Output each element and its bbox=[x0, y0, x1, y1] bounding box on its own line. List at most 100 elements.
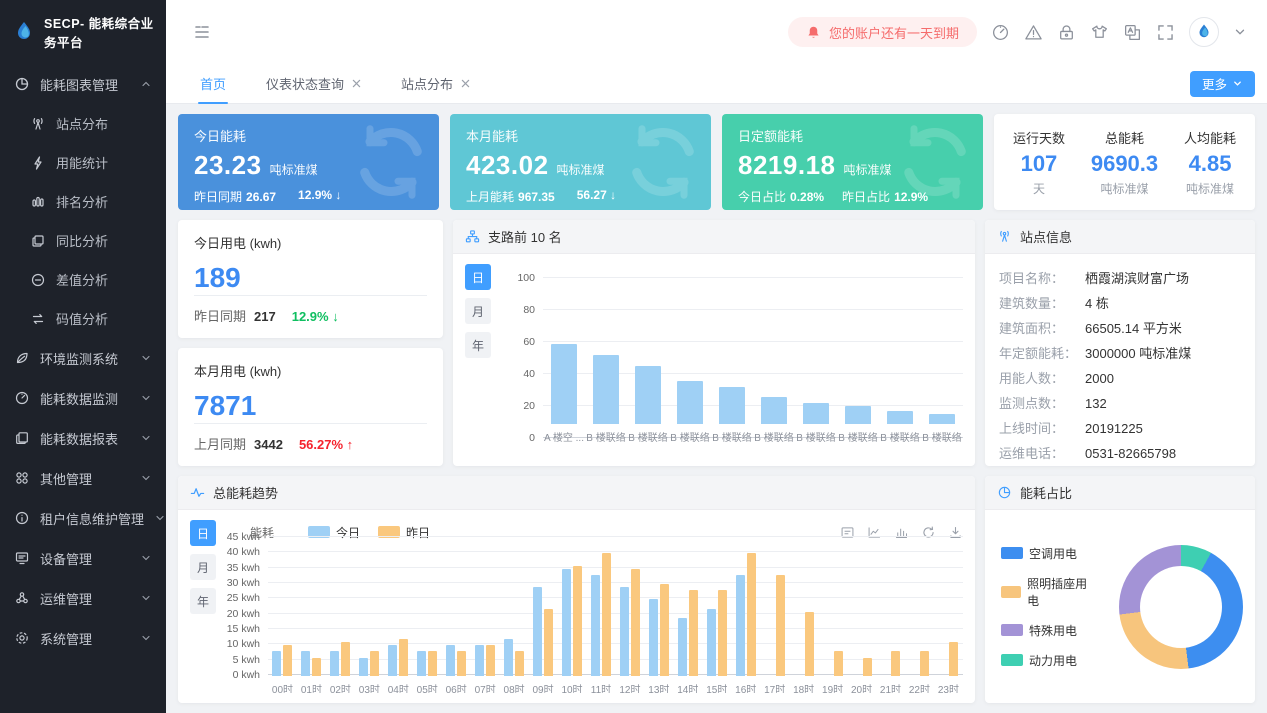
bar[interactable] bbox=[718, 590, 727, 676]
bar[interactable] bbox=[504, 639, 513, 676]
sidebar-item-energy-charts[interactable]: 能耗图表管理 bbox=[0, 64, 166, 104]
bar[interactable] bbox=[272, 651, 281, 676]
period-month-button[interactable]: 月 bbox=[190, 554, 216, 580]
bar[interactable] bbox=[283, 645, 292, 676]
warning-icon[interactable] bbox=[1024, 23, 1043, 42]
bar[interactable] bbox=[776, 575, 785, 676]
sidebar-item-energy-usage-stats[interactable]: 用能统计 bbox=[0, 143, 166, 182]
sidebar-item-ranking-analysis[interactable]: 排名分析 bbox=[0, 182, 166, 221]
bar[interactable] bbox=[707, 609, 716, 676]
language-icon[interactable] bbox=[1123, 23, 1142, 42]
bar[interactable] bbox=[747, 553, 756, 676]
bar[interactable] bbox=[949, 642, 958, 676]
sidebar-item-energy-reports[interactable]: 能耗数据报表 bbox=[0, 418, 166, 458]
theme-shirt-icon[interactable] bbox=[1090, 23, 1109, 42]
bar[interactable] bbox=[591, 575, 600, 676]
bar[interactable] bbox=[417, 651, 426, 676]
bar[interactable] bbox=[486, 645, 495, 676]
bar[interactable] bbox=[761, 397, 787, 424]
fullscreen-icon[interactable] bbox=[1156, 23, 1175, 42]
bar[interactable] bbox=[803, 403, 829, 424]
chevron-down-icon[interactable] bbox=[1233, 25, 1247, 39]
bar[interactable] bbox=[562, 569, 571, 676]
legend-item-yesterday[interactable]: 昨日 bbox=[378, 524, 430, 541]
donut-chart[interactable] bbox=[1119, 545, 1243, 669]
bar[interactable] bbox=[446, 645, 455, 676]
bar[interactable] bbox=[620, 587, 629, 676]
tab-site-distribution[interactable]: 站点分布 bbox=[381, 64, 490, 104]
bar[interactable] bbox=[929, 414, 955, 424]
bar[interactable] bbox=[573, 566, 582, 676]
bar[interactable] bbox=[677, 381, 703, 424]
bar-chart-icon[interactable] bbox=[894, 525, 909, 540]
bar[interactable] bbox=[863, 658, 872, 676]
bar[interactable] bbox=[457, 651, 466, 676]
bar[interactable] bbox=[920, 651, 929, 676]
bar[interactable] bbox=[330, 651, 339, 676]
bar[interactable] bbox=[834, 651, 843, 676]
bar[interactable] bbox=[891, 651, 900, 676]
tab-meter-status[interactable]: 仪表状态查询 bbox=[246, 64, 381, 104]
bar[interactable] bbox=[593, 355, 619, 424]
legend-item-today[interactable]: 今日 bbox=[308, 524, 360, 541]
bar[interactable] bbox=[388, 645, 397, 676]
period-day-button[interactable]: 日 bbox=[465, 264, 491, 290]
line-chart-icon[interactable] bbox=[867, 525, 882, 540]
bar[interactable] bbox=[533, 587, 542, 676]
user-avatar[interactable] bbox=[1189, 17, 1219, 47]
bar[interactable] bbox=[544, 609, 553, 676]
sidebar-item-system-management[interactable]: 系统管理 bbox=[0, 618, 166, 658]
period-year-button[interactable]: 年 bbox=[190, 588, 216, 614]
collapse-menu-icon[interactable] bbox=[192, 22, 212, 42]
lock-icon[interactable] bbox=[1057, 23, 1076, 42]
period-year-button[interactable]: 年 bbox=[465, 332, 491, 358]
bar[interactable] bbox=[736, 575, 745, 676]
bar[interactable] bbox=[301, 651, 310, 676]
account-expiry-alert[interactable]: 您的账户还有一天到期 bbox=[788, 17, 977, 47]
more-tabs-button[interactable]: 更多 bbox=[1190, 71, 1255, 97]
sidebar-item-difference-analysis[interactable]: 差值分析 bbox=[0, 260, 166, 299]
bar[interactable] bbox=[678, 618, 687, 676]
bar[interactable] bbox=[515, 651, 524, 676]
sidebar-item-site-distribution[interactable]: 站点分布 bbox=[0, 104, 166, 143]
bar[interactable] bbox=[341, 642, 350, 676]
bar[interactable] bbox=[689, 590, 698, 676]
pie-legend-item[interactable]: 特殊用电 bbox=[1001, 622, 1093, 639]
bar[interactable] bbox=[428, 651, 437, 676]
bar[interactable] bbox=[359, 658, 368, 676]
bar[interactable] bbox=[845, 406, 871, 424]
bar[interactable] bbox=[631, 569, 640, 676]
bar[interactable] bbox=[660, 584, 669, 676]
download-icon[interactable] bbox=[948, 525, 963, 540]
pie-legend-item[interactable]: 动力用电 bbox=[1001, 652, 1093, 669]
data-view-icon[interactable] bbox=[840, 525, 855, 540]
bar[interactable] bbox=[602, 553, 611, 676]
bar[interactable] bbox=[399, 639, 408, 676]
close-icon[interactable] bbox=[461, 79, 470, 88]
pie-legend-item[interactable]: 照明插座用电 bbox=[1001, 575, 1093, 609]
bar[interactable] bbox=[805, 612, 814, 676]
pie-legend-item[interactable]: 空调用电 bbox=[1001, 545, 1093, 562]
sidebar-item-tenant-info-management[interactable]: 租户信息维护管理 bbox=[0, 498, 166, 538]
sidebar-item-yoy-analysis[interactable]: 同比分析 bbox=[0, 221, 166, 260]
bar[interactable] bbox=[475, 645, 484, 676]
gauge-icon[interactable] bbox=[991, 23, 1010, 42]
refresh-icon[interactable] bbox=[921, 525, 936, 540]
tab-home[interactable]: 首页 bbox=[180, 64, 246, 104]
bar[interactable] bbox=[370, 651, 379, 676]
sidebar-item-environment-monitoring[interactable]: 环境监测系统 bbox=[0, 338, 166, 378]
period-day-button[interactable]: 日 bbox=[190, 520, 216, 546]
sidebar-item-other-management[interactable]: 其他管理 bbox=[0, 458, 166, 498]
bar[interactable] bbox=[551, 344, 577, 424]
sidebar-item-ops-management[interactable]: 运维管理 bbox=[0, 578, 166, 618]
bar[interactable] bbox=[635, 366, 661, 424]
close-icon[interactable] bbox=[352, 79, 361, 88]
sidebar-item-code-value-analysis[interactable]: 码值分析 bbox=[0, 299, 166, 338]
bar[interactable] bbox=[887, 411, 913, 424]
bar[interactable] bbox=[649, 599, 658, 676]
sidebar-item-energy-data-monitoring[interactable]: 能耗数据监测 bbox=[0, 378, 166, 418]
period-month-button[interactable]: 月 bbox=[465, 298, 491, 324]
sidebar-item-device-management[interactable]: 设备管理 bbox=[0, 538, 166, 578]
bar[interactable] bbox=[719, 387, 745, 424]
bar[interactable] bbox=[312, 658, 321, 676]
